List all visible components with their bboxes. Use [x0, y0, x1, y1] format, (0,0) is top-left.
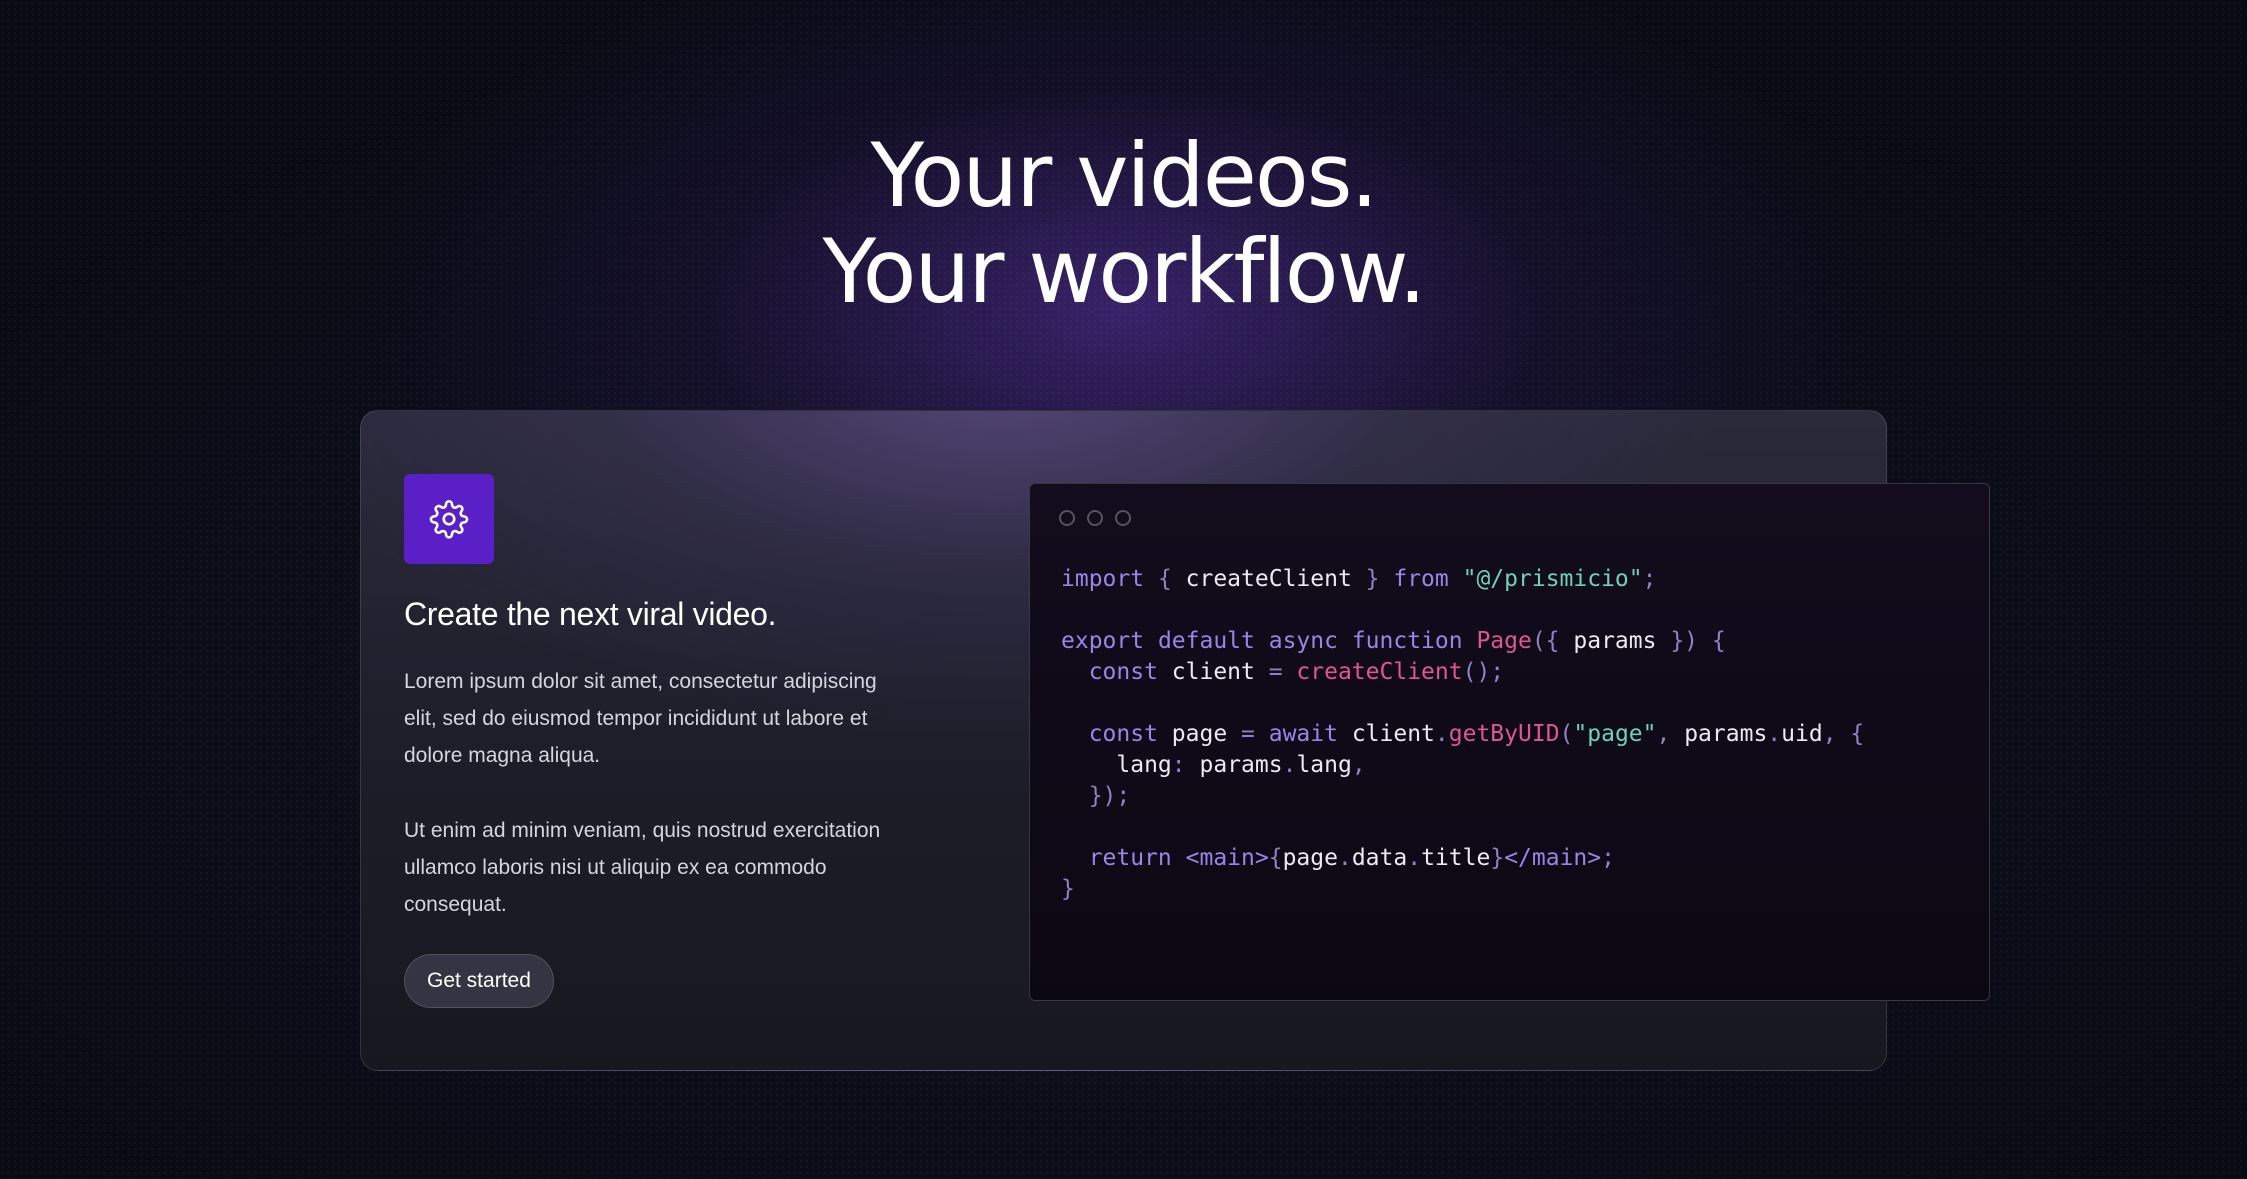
- hero-headline: Your videos. Your workflow.: [0, 128, 2247, 320]
- code-token: default: [1157, 628, 1269, 654]
- code-token: client: [1171, 659, 1255, 685]
- code-token: getByUID: [1448, 721, 1560, 747]
- code-line: const client = createClient();: [1061, 657, 1864, 688]
- code-token: =: [1227, 721, 1269, 747]
- code-token: .: [1434, 721, 1449, 747]
- feature-paragraph-1: Lorem ipsum dolor sit amet, consectetur …: [404, 670, 877, 767]
- code-token: }: [1351, 566, 1394, 592]
- window-dot-icon: [1115, 510, 1131, 526]
- code-token: :: [1171, 752, 1200, 778]
- code-token: });: [1061, 783, 1131, 809]
- code-token: <main>: [1185, 845, 1269, 871]
- code-token: title: [1421, 845, 1491, 871]
- hero-title-line-1: Your videos.: [870, 124, 1378, 227]
- code-token: createClient: [1185, 566, 1352, 592]
- window-controls: [1059, 510, 1131, 526]
- code-block: import { createClient } from "@/prismici…: [1061, 564, 1864, 905]
- hero-title-line-2: Your workflow.: [822, 220, 1427, 323]
- code-token: function: [1351, 628, 1477, 654]
- code-token: uid: [1781, 721, 1823, 747]
- code-token: ({: [1531, 628, 1574, 654]
- code-token: params: [1199, 752, 1283, 778]
- code-token: ();: [1462, 659, 1505, 685]
- code-token: ,: [1656, 721, 1685, 747]
- code-line: }: [1061, 874, 1864, 905]
- hero-section: Your videos. Your workflow. Create the n…: [0, 0, 2247, 1179]
- code-token: page: [1282, 845, 1338, 871]
- code-token: params: [1573, 628, 1657, 654]
- gear-icon: [429, 500, 469, 539]
- code-token: const: [1061, 721, 1172, 747]
- code-line: return <main>{page.data.title}</main>;: [1061, 843, 1864, 874]
- code-token: page: [1171, 721, 1228, 747]
- code-token: await: [1268, 721, 1352, 747]
- code-token: "page": [1573, 721, 1657, 747]
- code-token: createClient: [1296, 659, 1463, 685]
- get-started-button[interactable]: Get started: [404, 954, 554, 1008]
- code-token: import: [1061, 566, 1158, 592]
- code-line: });: [1061, 781, 1864, 812]
- code-window: import { createClient } from "@/prismici…: [1029, 483, 1990, 1001]
- code-line: import { createClient } from "@/prismici…: [1061, 564, 1864, 595]
- window-dot-icon: [1059, 510, 1075, 526]
- code-token: params: [1684, 721, 1768, 747]
- code-line: lang: params.lang,: [1061, 750, 1864, 781]
- code-line: const page = await client.getByUID("page…: [1061, 719, 1865, 750]
- code-token: Page: [1476, 628, 1532, 654]
- code-token: .: [1767, 721, 1782, 747]
- code-token: {: [1268, 845, 1283, 871]
- code-token: (: [1559, 721, 1574, 747]
- code-token: }: [1061, 876, 1075, 902]
- code-token: export: [1061, 628, 1158, 654]
- code-token: </main>: [1504, 845, 1602, 871]
- code-token: {: [1157, 566, 1186, 592]
- code-token: "@/prismicio": [1462, 566, 1643, 592]
- code-token: lang: [1296, 752, 1352, 778]
- code-token: =: [1254, 659, 1297, 685]
- code-token: async: [1268, 628, 1352, 654]
- code-token: .: [1407, 845, 1422, 871]
- code-token: data: [1351, 845, 1408, 871]
- code-token: }) {: [1656, 628, 1726, 654]
- code-token: from: [1393, 566, 1463, 592]
- feature-paragraph-2: Ut enim ad minim veniam, quis nostrud ex…: [404, 819, 881, 916]
- code-token: ;: [1642, 566, 1657, 592]
- code-line: export default async function Page({ par…: [1061, 626, 1864, 657]
- code-token: return: [1061, 845, 1186, 871]
- code-token: ;: [1601, 845, 1615, 871]
- feature-title: Create the next viral video.: [404, 596, 777, 632]
- window-dot-icon: [1087, 510, 1103, 526]
- code-token: }: [1490, 845, 1505, 871]
- code-token: lang: [1061, 752, 1172, 778]
- code-token: ,: [1351, 752, 1366, 778]
- code-token: , {: [1822, 721, 1865, 747]
- settings-icon-tile: [404, 474, 494, 564]
- code-token: .: [1282, 752, 1297, 778]
- code-token: const: [1061, 659, 1172, 685]
- code-token: client: [1351, 721, 1435, 747]
- code-token: .: [1337, 845, 1352, 871]
